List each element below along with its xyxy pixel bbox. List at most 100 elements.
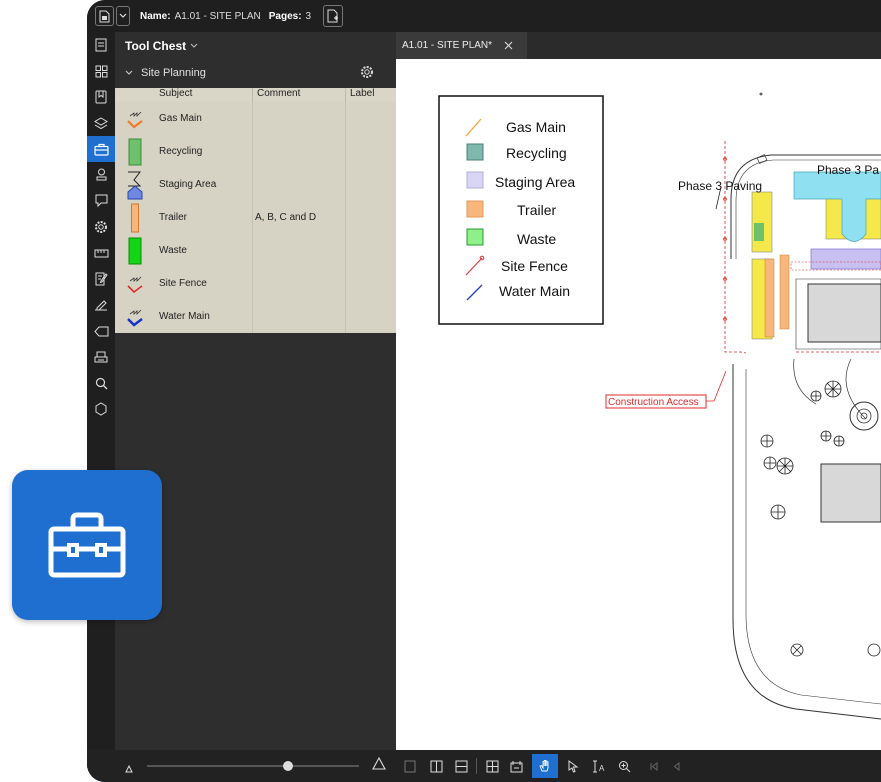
legend-label: Recycling <box>506 145 567 161</box>
table-header: Subject Comment Label <box>115 88 396 102</box>
tool-chest-panel: Tool Chest Site Planning Subject Comment… <box>115 32 396 750</box>
printer-icon <box>94 351 108 362</box>
column-header-label[interactable]: Label <box>346 88 396 102</box>
split-horizontal-button[interactable] <box>451 754 471 778</box>
markup-icon <box>95 194 107 208</box>
cloud-icon <box>95 402 107 416</box>
single-page-icon <box>404 760 416 772</box>
toolbar-divider <box>476 758 477 774</box>
tool-set-name: Site Planning <box>141 67 206 79</box>
slider-handle[interactable] <box>283 761 293 771</box>
signatures-rail-button[interactable] <box>87 292 115 318</box>
site-fence-icon <box>115 267 155 300</box>
document-tab[interactable]: A1.01 - SITE PLAN* <box>396 32 527 59</box>
chevron-down-button[interactable] <box>116 6 130 26</box>
search-rail-button[interactable] <box>87 370 115 396</box>
trailer-icon <box>115 201 155 234</box>
collapse-chevron-icon[interactable] <box>125 67 133 79</box>
document-bottom-toolbar: A <box>396 750 881 782</box>
split-vertical-icon <box>430 760 442 772</box>
site-plan-drawing: Gas Main Recycling Staging Area Trailer … <box>438 92 881 720</box>
legend-staging-area-symbol <box>466 171 484 189</box>
app-window: Name: A1.01 - SITE PLAN Pages: 3 Tool Ch… <box>87 0 881 782</box>
toolbox-icon <box>48 512 126 578</box>
forms-rail-button[interactable] <box>87 266 115 292</box>
select-tool-button[interactable] <box>563 754 583 778</box>
tool-set-row[interactable]: Site Planning <box>115 60 396 86</box>
single-page-button[interactable] <box>401 754 419 778</box>
markups-rail-button[interactable] <box>87 188 115 214</box>
text-select-button[interactable]: A <box>588 754 610 778</box>
snap-icon <box>486 760 498 772</box>
tool-chest-feature-tile <box>12 470 162 620</box>
settings-rail-button[interactable] <box>87 214 115 240</box>
legend-trailer-symbol <box>466 200 484 218</box>
document-list-icon <box>95 38 107 52</box>
sets-rail-button[interactable] <box>87 344 115 370</box>
legend-label: Gas Main <box>506 119 566 135</box>
icon-size-slider[interactable] <box>147 761 359 771</box>
tool-row-trailer[interactable]: Trailer A, B, C and D <box>115 201 396 234</box>
properties-rail-button[interactable] <box>87 162 115 188</box>
gear-icon[interactable] <box>360 65 374 82</box>
pages-count: 3 <box>305 10 312 22</box>
snap-to-content-button[interactable] <box>482 754 502 778</box>
column-header-comment[interactable]: Comment <box>253 88 346 102</box>
tool-row-site-fence[interactable]: Site Fence <box>115 267 396 300</box>
grid-rail-button[interactable] <box>87 58 115 84</box>
size-small-icon[interactable] <box>125 760 133 778</box>
first-page-icon <box>650 761 658 771</box>
layers-rail-button[interactable] <box>87 110 115 136</box>
previous-page-button[interactable] <box>668 754 684 778</box>
waste-icon <box>115 234 155 267</box>
legend-label: Site Fence <box>501 258 568 274</box>
construction-access-label: Construction Access <box>608 397 699 408</box>
previous-page-icon <box>673 761 679 771</box>
tool-chest-header[interactable]: Tool Chest <box>115 32 396 60</box>
size-large-icon[interactable] <box>372 756 386 775</box>
tool-row-gas-main[interactable]: Gas Main <box>115 102 396 135</box>
add-page-button[interactable] <box>323 5 344 27</box>
column-header-subject[interactable]: Subject <box>155 88 253 102</box>
split-vertical-button[interactable] <box>426 754 446 778</box>
drawing-canvas[interactable]: Gas Main Recycling Staging Area Trailer … <box>396 59 881 750</box>
phase-3-paving-label-right: Phase 3 Pa <box>817 163 879 177</box>
studio-rail-button[interactable] <box>87 396 115 422</box>
panel-bottom-bar <box>87 750 396 782</box>
close-icon[interactable] <box>504 39 513 53</box>
legend-label: Waste <box>517 231 556 247</box>
chevron-down-icon <box>119 13 127 18</box>
tool-row-waste[interactable]: Waste <box>115 234 396 267</box>
first-page-button[interactable] <box>646 754 662 778</box>
panel-title: Tool Chest <box>125 39 187 53</box>
pan-tool-button[interactable] <box>532 754 558 778</box>
legend-waste-symbol <box>466 228 484 246</box>
recycling-icon <box>115 135 155 168</box>
legend-label: Trailer <box>517 202 556 218</box>
side-icon-rail <box>87 32 115 782</box>
tag-icon <box>93 326 108 336</box>
tool-chest-rail-button[interactable] <box>87 136 115 162</box>
tool-row-staging-area[interactable]: Staging Area <box>115 168 396 201</box>
tools-table: Subject Comment Label Gas Main Recycling <box>115 88 396 333</box>
pages-label: Pages: <box>268 10 302 22</box>
toolbox-icon <box>93 143 109 156</box>
tags-rail-button[interactable] <box>87 318 115 344</box>
zoom-tool-button[interactable] <box>614 754 634 778</box>
bookmarks-rail-button[interactable] <box>87 84 115 110</box>
gas-main-icon <box>115 102 155 135</box>
text-select-icon: A <box>593 760 605 773</box>
add-page-icon <box>327 9 339 23</box>
signature-icon <box>95 300 107 311</box>
document-icon-button[interactable] <box>95 6 114 26</box>
stamp-icon <box>96 168 106 181</box>
legend-label: Staging Area <box>495 174 575 190</box>
hand-icon <box>539 760 549 772</box>
legend-recycling-symbol <box>466 143 484 161</box>
tool-row-recycling[interactable]: Recycling <box>115 135 396 168</box>
tool-row-water-main[interactable]: Water Main <box>115 300 396 333</box>
thumbnails-rail-button[interactable] <box>87 32 115 58</box>
measurements-rail-button[interactable] <box>87 240 115 266</box>
snap-to-markup-button[interactable] <box>506 754 526 778</box>
search-icon <box>95 377 107 389</box>
